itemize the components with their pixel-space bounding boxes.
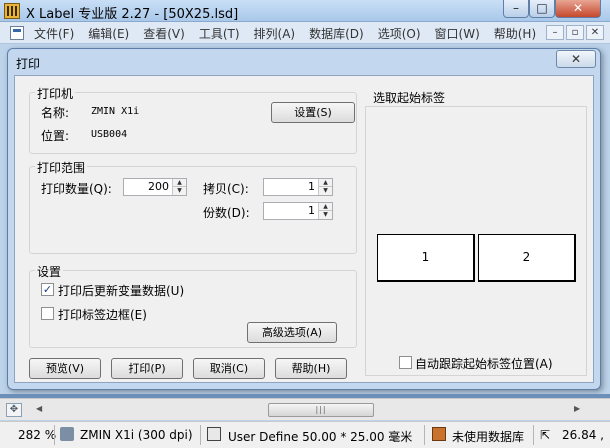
close-button[interactable]: ✕ [555, 0, 601, 18]
label-cell-1[interactable]: 1 [377, 234, 475, 282]
copies-stepper[interactable]: 1 ▲ ▼ [263, 178, 333, 196]
advanced-options-button[interactable]: 高级选项(A) [247, 322, 337, 343]
status-page-size: User Define 50.00 * 25.00 毫米 [228, 430, 413, 444]
spin-down-icon[interactable]: ▼ [173, 187, 186, 195]
maximize-button[interactable]: □ [529, 0, 555, 18]
print-button[interactable]: 打印(P) [111, 358, 183, 379]
copies-spin-arrows[interactable]: ▲ ▼ [318, 179, 332, 195]
status-separator [424, 425, 425, 445]
spin-up-icon[interactable]: ▲ [319, 203, 332, 211]
minimize-button[interactable]: – [503, 0, 529, 18]
print-border-checkbox[interactable] [41, 307, 54, 320]
auto-track-checkbox[interactable] [399, 356, 412, 369]
printer-setup-button[interactable]: 设置(S) [271, 102, 355, 123]
menu-edit[interactable]: 编辑(E) [88, 25, 129, 42]
spin-up-icon[interactable]: ▲ [173, 179, 186, 187]
quantity-spin-arrows[interactable]: ▲ ▼ [172, 179, 186, 195]
menu-tools[interactable]: 工具(T) [199, 25, 240, 42]
preview-button[interactable]: 预览(V) [29, 358, 101, 379]
menu-items: 文件(F) 编辑(E) 查看(V) 工具(T) 排列(A) 数据库(D) 选项(… [34, 25, 536, 42]
update-vars-label[interactable]: 打印后更新变量数据(U) [58, 282, 184, 299]
copies-value: 1 [308, 180, 315, 193]
app-title-bar: X Label 专业版 2.27 - [50X25.lsd] – □ ✕ [0, 0, 610, 22]
menu-database[interactable]: 数据库(D) [309, 25, 364, 42]
spin-up-icon[interactable]: ▲ [319, 179, 332, 187]
label-cell-2[interactable]: 2 [478, 234, 576, 282]
quantity-value: 200 [148, 180, 169, 193]
cancel-button[interactable]: 取消(C) [193, 358, 265, 379]
spin-down-icon[interactable]: ▼ [319, 187, 332, 195]
status-bar: 282 % ZMIN X1i (300 dpi) User Define 50.… [0, 421, 610, 448]
app-logo-icon [4, 3, 20, 19]
scroll-right-icon[interactable]: ▶ [574, 404, 580, 413]
copies-label: 拷贝(C): [203, 182, 249, 196]
menu-view[interactable]: 查看(V) [143, 25, 185, 42]
mdi-restore-button[interactable]: ▫ [566, 25, 584, 40]
zoom-level: 282 % [18, 428, 57, 442]
help-button[interactable]: 帮助(H) [275, 358, 347, 379]
auto-track-label[interactable]: 自动跟踪起始标签位置(A) [415, 355, 553, 372]
crosshair-icon[interactable]: ✥ [6, 403, 22, 417]
sets-value: 1 [308, 204, 315, 217]
page-icon [207, 427, 221, 441]
horizontal-scrollbar[interactable]: ✥ ◀ ||| ▶ [0, 398, 610, 420]
sets-stepper[interactable]: 1 ▲ ▼ [263, 202, 333, 220]
sets-spin-arrows[interactable]: ▲ ▼ [318, 203, 332, 219]
quantity-label: 打印数量(Q): [41, 182, 112, 196]
dialog-close-button[interactable]: ✕ [556, 50, 596, 68]
print-range-label: 打印范围 [35, 159, 88, 176]
menu-help[interactable]: 帮助(H) [494, 25, 536, 42]
spin-down-icon[interactable]: ▼ [319, 211, 332, 219]
dialog-title: 打印 [16, 57, 41, 71]
start-label-title: 选取起始标签 [373, 91, 446, 105]
status-cursor-position: 26.84 , [562, 428, 604, 442]
status-printer: ZMIN X1i (300 dpi) [80, 428, 193, 442]
quantity-stepper[interactable]: 200 ▲ ▼ [123, 178, 187, 196]
menu-bar: 文件(F) 编辑(E) 查看(V) 工具(T) 排列(A) 数据库(D) 选项(… [0, 22, 610, 44]
window-title: X Label 专业版 2.27 - [50X25.lsd] [26, 7, 239, 22]
printer-location-value: USB004 [91, 129, 128, 140]
menu-arrange[interactable]: 排列(A) [254, 25, 296, 42]
scroll-thumb[interactable]: ||| [268, 403, 374, 417]
status-separator [200, 425, 201, 445]
update-vars-checkbox[interactable]: ✓ [41, 283, 54, 296]
mdi-minimize-button[interactable]: – [546, 25, 564, 40]
printer-group-label: 打印机 [35, 85, 76, 102]
printer-name-label: 名称: [41, 106, 70, 120]
menu-options[interactable]: 选项(O) [378, 25, 421, 42]
settings-group-label: 设置 [35, 263, 64, 280]
printer-name-value: ZMIN X1i [91, 106, 140, 117]
status-separator [533, 425, 534, 445]
menu-window[interactable]: 窗口(W) [435, 25, 480, 42]
mdi-close-button[interactable]: ✕ [586, 25, 604, 40]
print-border-label[interactable]: 打印标签边框(E) [58, 306, 147, 323]
document-icon[interactable] [10, 26, 24, 40]
menu-file[interactable]: 文件(F) [34, 25, 74, 42]
scroll-left-icon[interactable]: ◀ [36, 404, 42, 413]
sets-label: 份数(D): [203, 206, 250, 220]
printer-location-label: 位置: [41, 129, 70, 143]
database-icon [432, 427, 446, 441]
print-dialog: 打印 ✕ 打印机 名称: ZMIN X1i 位置: USB004 设置(S) 打… [7, 48, 601, 390]
printer-icon [60, 427, 74, 441]
cursor-icon: ⇱ [540, 428, 551, 442]
dialog-body: 打印机 名称: ZMIN X1i 位置: USB004 设置(S) 打印范围 打… [14, 75, 594, 383]
status-separator [54, 425, 55, 445]
status-database: 未使用数据库 [452, 430, 525, 444]
